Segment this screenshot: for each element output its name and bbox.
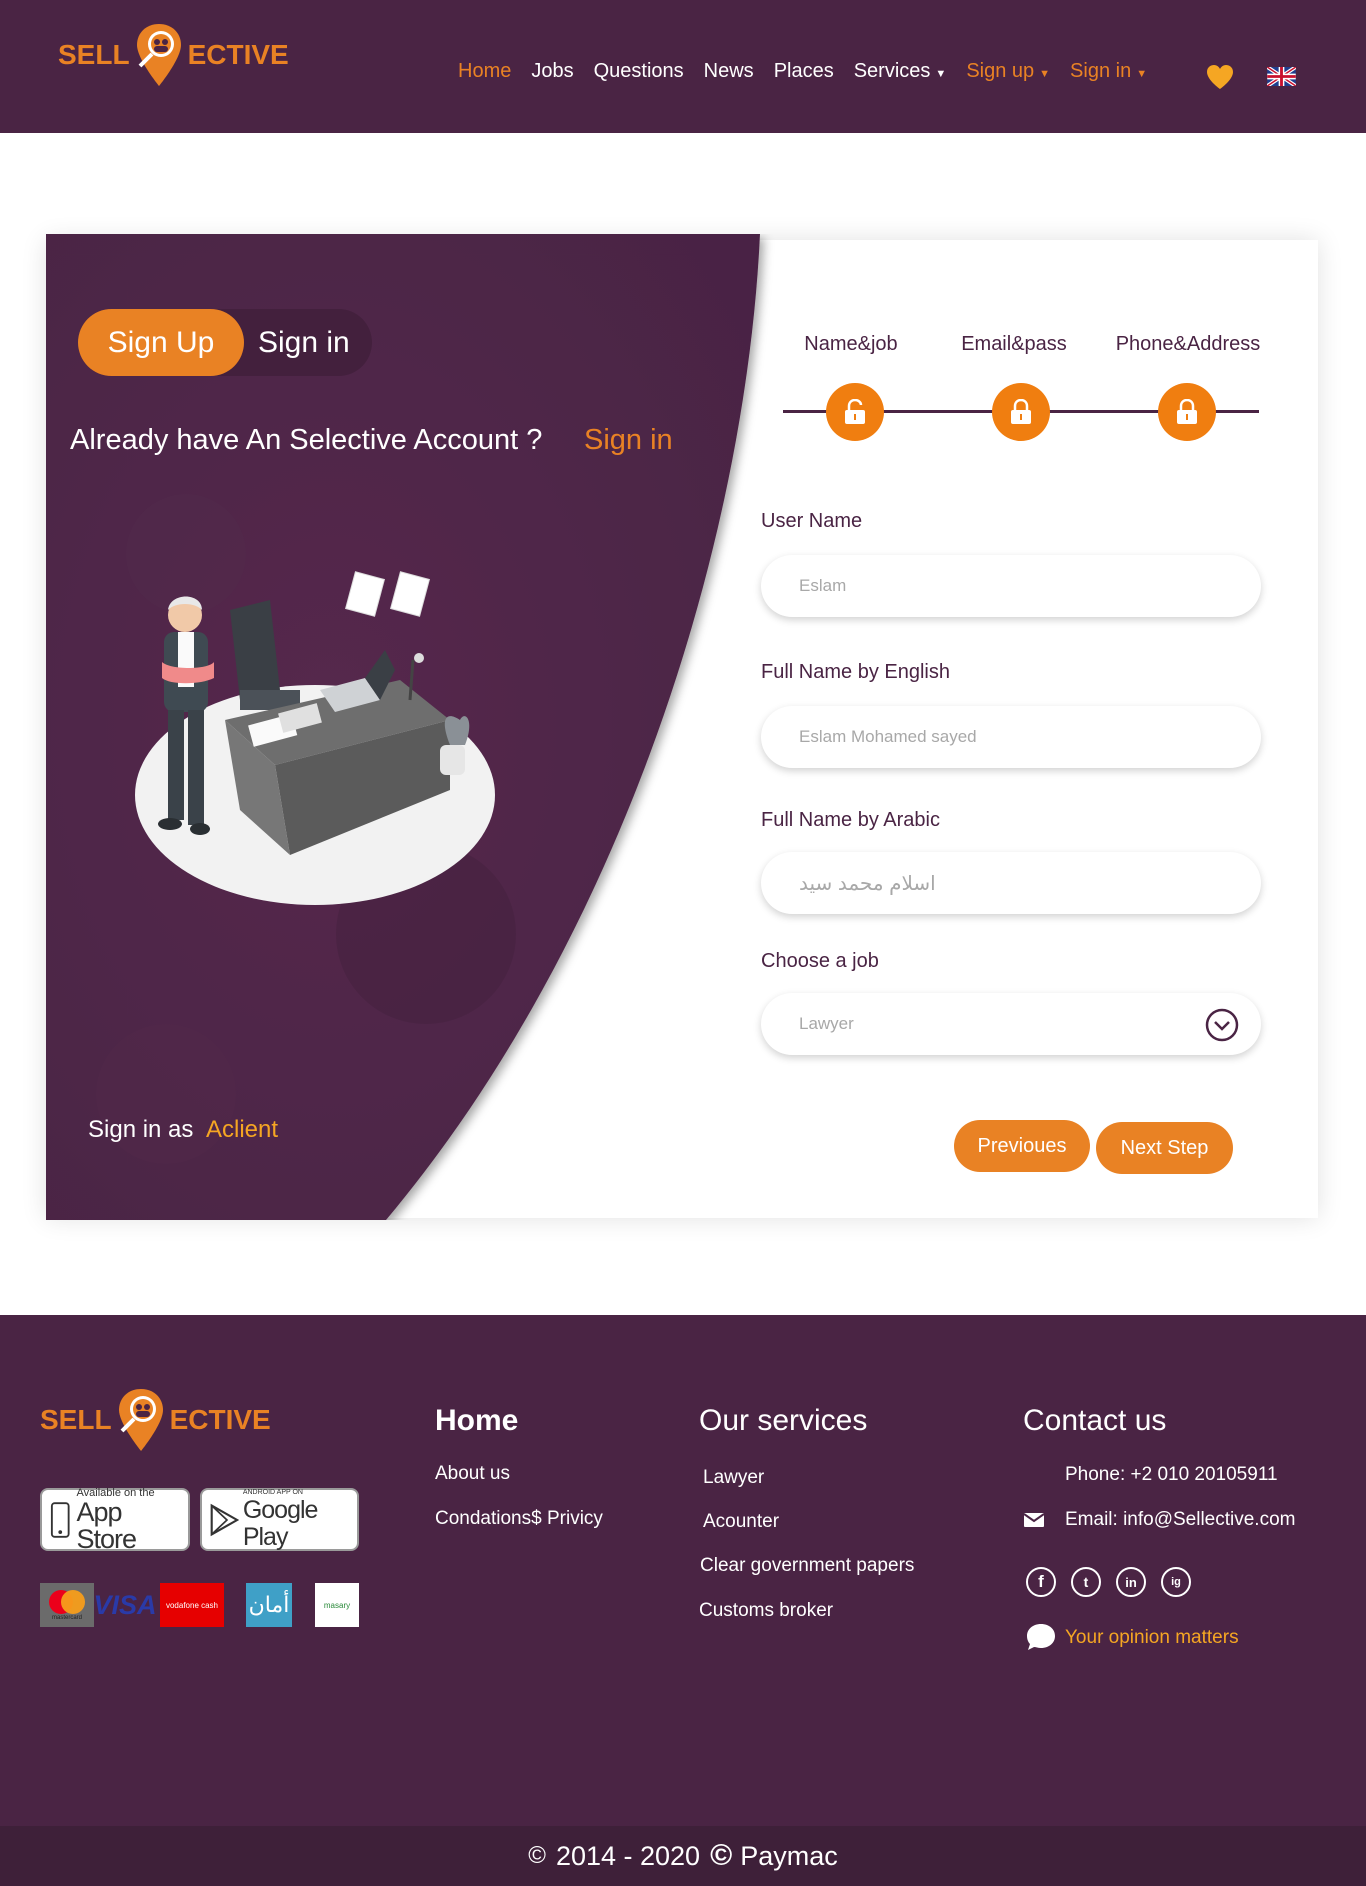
step-1-button[interactable] [826, 383, 884, 441]
copyright-company: Paymac [740, 1840, 838, 1871]
mastercard-text: mastercard [51, 1615, 82, 1621]
next-step-button[interactable]: Next Step [1096, 1122, 1233, 1174]
lock-icon [1177, 399, 1197, 424]
office-illustration [135, 571, 495, 905]
step-label-name-job: Name&job [804, 333, 898, 355]
job-select-value: Lawyer [799, 1014, 854, 1033]
footer-logo[interactable]: SELL ECTIVE [40, 1387, 271, 1453]
chevron-down-icon: ▼ [935, 67, 947, 80]
sign-in-as-text: Sign in as [88, 1116, 194, 1143]
auth-toggle: Sign Up Sign in [78, 309, 372, 376]
footer-about-link[interactable]: About us [435, 1463, 510, 1485]
lock-icon [1011, 399, 1031, 424]
vodafone-cash-logo: vodafone cash [160, 1583, 224, 1627]
logo-text-right: ECTIVE [169, 1404, 271, 1435]
copyright-icon: © [528, 1842, 546, 1869]
chevron-down-icon: ▼ [1039, 67, 1051, 80]
google-play-badge[interactable]: ANDROID APP ON Google Play [200, 1488, 359, 1551]
nav-services[interactable]: Services ▼ [854, 60, 947, 83]
nav-sign-up[interactable]: Sign up ▼ [966, 60, 1050, 83]
step-3-button[interactable] [1158, 383, 1216, 441]
nav-jobs[interactable]: Jobs [531, 60, 573, 83]
sign-in-as-client-link[interactable]: Aclient [206, 1116, 278, 1144]
heart-icon[interactable] [1206, 64, 1234, 90]
chevron-down-icon: ▼ [1136, 67, 1148, 80]
fullname-ar-label: Full Name by Arabic [761, 809, 940, 831]
copyright-bar: © 2014 - 2020 © Paymac [0, 1826, 1366, 1886]
nav-sign-in-label: Sign in [1070, 60, 1132, 82]
nav-sign-up-label: Sign up [966, 60, 1035, 82]
lock-open-icon [845, 399, 865, 424]
footer-service-acounter[interactable]: Acounter [703, 1511, 779, 1533]
footer-contact-heading: Contact us [1023, 1404, 1167, 1437]
footer-service-government[interactable]: Clear government papers [700, 1555, 914, 1577]
logo-text-left: SELL [40, 1404, 112, 1435]
instagram-icon[interactable]: ig [1161, 1567, 1191, 1597]
step-label-phone-address: Phone&Address [1115, 333, 1261, 355]
copyright-years: 2014 - 2020 [555, 1840, 701, 1871]
twitter-icon[interactable]: t [1071, 1567, 1101, 1597]
facebook-icon[interactable]: f [1026, 1567, 1056, 1597]
logo-pin-icon [134, 22, 184, 88]
masary-logo: masary [315, 1583, 359, 1627]
logo-pin-icon [116, 1387, 166, 1453]
footer-service-lawyer[interactable]: Lawyer [703, 1467, 764, 1489]
sign-in-toggle-button[interactable]: Sign in [258, 309, 350, 376]
job-select-label: Choose a job [761, 950, 879, 972]
step-2-button[interactable] [992, 383, 1050, 441]
fullname-en-label: Full Name by English [761, 661, 950, 683]
play-icon [210, 1503, 239, 1536]
logo-text-right: ECTIVE [187, 39, 289, 70]
nav-places[interactable]: Places [774, 60, 834, 83]
site-header: SELL ECTIVE Home Jobs Questions News Pla… [0, 0, 1366, 133]
step-label-email-pass: Email&pass [961, 333, 1067, 355]
google-play-big-text: Google Play [242, 1496, 319, 1551]
app-store-big-text: App Store [76, 1496, 138, 1554]
chevron-down-circle-icon [1205, 1008, 1239, 1042]
footer-home-heading: Home [435, 1404, 519, 1437]
main-nav: Home Jobs Questions News Places Services… [458, 60, 1167, 83]
brand-logo[interactable]: SELL ECTIVE [58, 22, 289, 88]
aman-logo: أمان [246, 1583, 292, 1627]
mastercard-icon [49, 1590, 85, 1614]
nav-news[interactable]: News [704, 60, 754, 83]
fullname-ar-input[interactable]: اسلام محمد سيد [761, 852, 1261, 914]
visa-logo: VISA [93, 1589, 157, 1620]
linkedin-icon[interactable]: in [1116, 1567, 1146, 1597]
nav-home[interactable]: Home [458, 60, 511, 83]
vodafone-cash-text: vodafone cash [165, 1600, 219, 1610]
copyright-icon-bold: © [710, 1839, 733, 1872]
uk-flag-icon[interactable] [1267, 67, 1296, 86]
already-account-text: Already have An Selective Account ? [70, 424, 543, 456]
footer-service-customs[interactable]: Customs broker [699, 1600, 833, 1622]
footer-services-heading: Our services [699, 1404, 868, 1437]
sign-up-toggle-button[interactable]: Sign Up [78, 309, 244, 376]
nav-services-label: Services [853, 60, 931, 82]
app-store-badge[interactable]: Available on the App Store [40, 1487, 190, 1554]
mastercard-logo: mastercard [40, 1583, 94, 1627]
opinion-link[interactable]: Your opinion matters [1065, 1627, 1239, 1649]
previous-button[interactable]: Previoues [954, 1120, 1090, 1172]
fullname-en-input[interactable]: Eslam Mohamed sayed [761, 706, 1261, 768]
nav-questions[interactable]: Questions [594, 60, 684, 83]
phone-icon [50, 1501, 70, 1538]
nav-sign-in[interactable]: Sign in ▼ [1070, 60, 1147, 83]
username-label: User Name [761, 510, 863, 532]
username-input[interactable]: Eslam [761, 555, 1261, 617]
job-select[interactable]: Lawyer [761, 993, 1261, 1055]
already-sign-in-link[interactable]: Sign in [584, 424, 673, 457]
footer-phone: Phone: +2 010 20105911 [1065, 1464, 1278, 1485]
chat-bubble-icon [1027, 1624, 1055, 1650]
envelope-icon [1024, 1513, 1044, 1527]
footer-privacy-link[interactable]: Condations$ Privicy [435, 1508, 603, 1530]
logo-text-left: SELL [58, 39, 130, 70]
footer-email[interactable]: Email: info@Sellective.com [1065, 1509, 1295, 1531]
